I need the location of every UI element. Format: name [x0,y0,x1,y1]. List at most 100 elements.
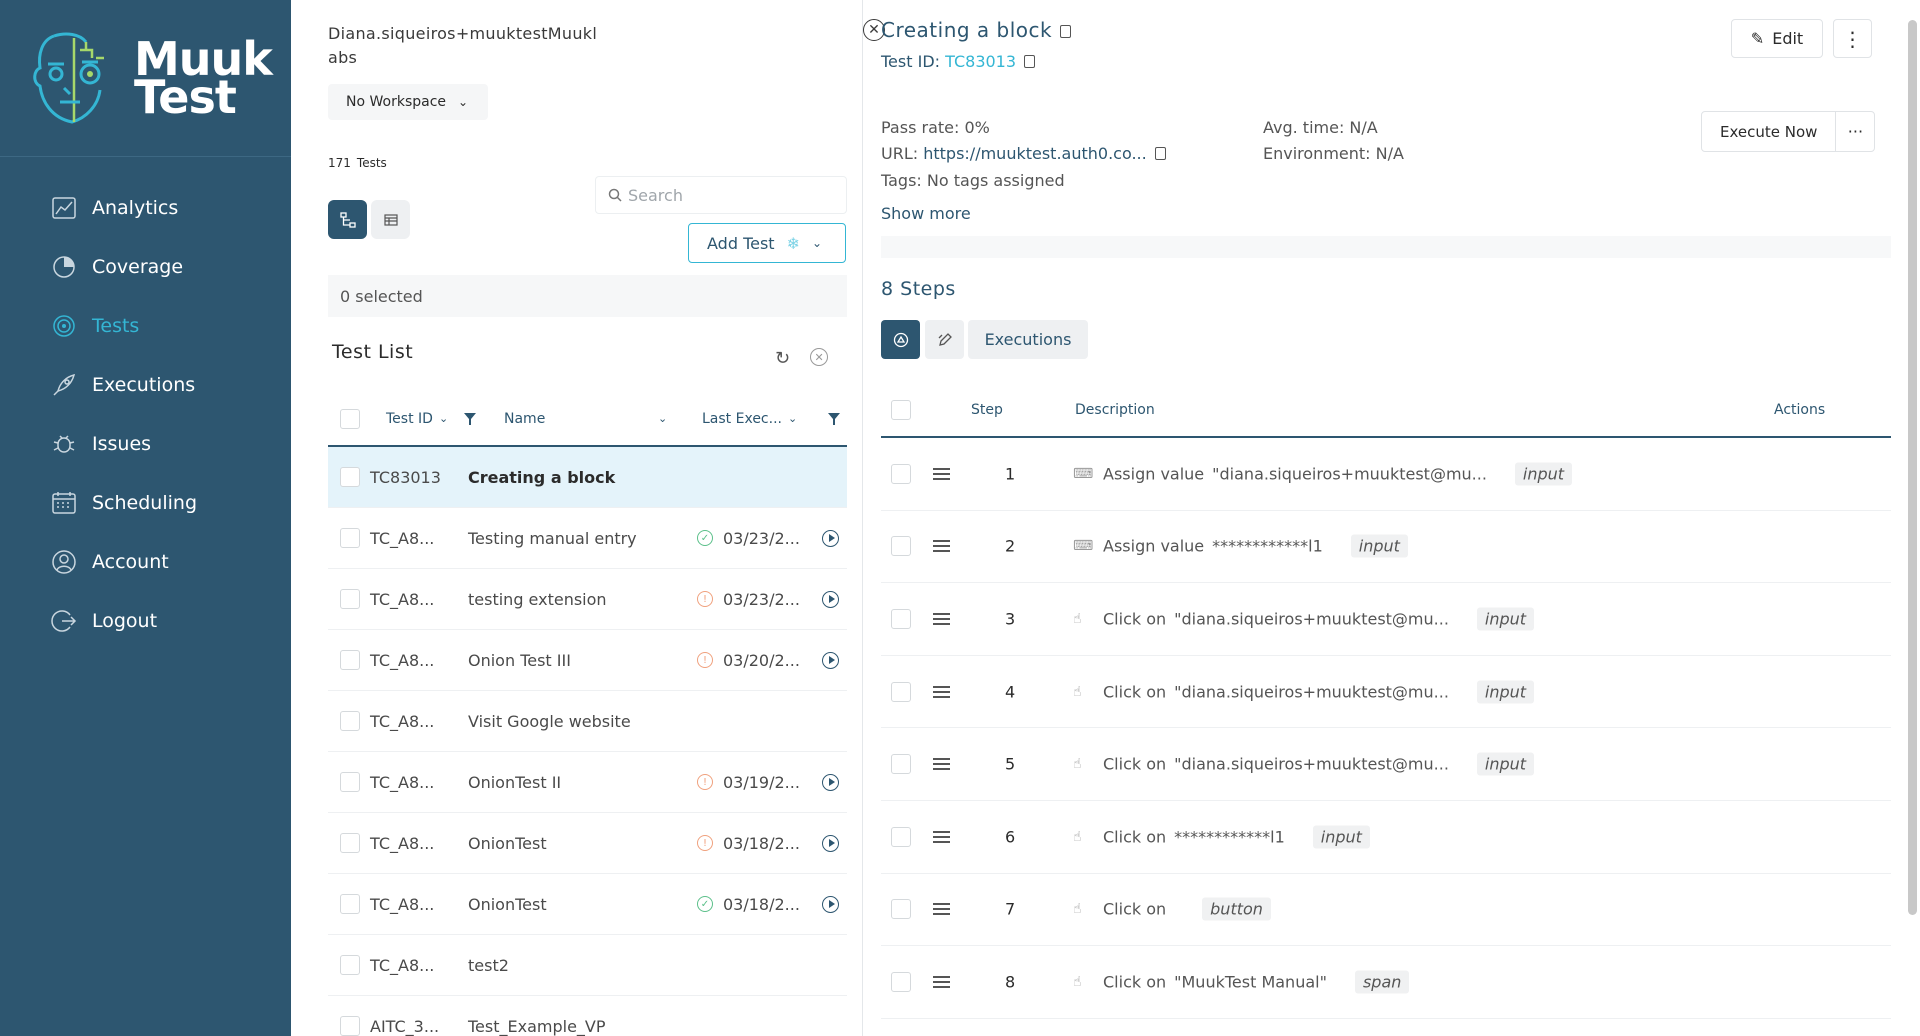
table-row[interactable]: TC_A8... Testing manual entry ✓ 03/23/2... [328,508,847,569]
select-all-checkbox[interactable] [340,408,360,429]
table-row[interactable]: TC_A8... Onion Test III! 03/20/2... [328,630,847,691]
chevron-down-icon[interactable]: ⌄ [658,412,667,425]
step-row[interactable]: 8 ☝ Click on "MuukTest Manual" span [881,946,1891,1019]
table-row[interactable]: TC_A8... OnionTest! 03/18/2... [328,813,847,874]
copy-icon[interactable] [1060,25,1072,38]
table-row[interactable]: TC_A8... testing extension! 03/23/2... [328,569,847,630]
table-row[interactable]: TC83013 Creating a block [328,447,847,508]
sidebar-item-coverage[interactable]: Coverage [0,237,291,296]
play-icon[interactable] [822,590,839,608]
copy-icon[interactable] [1024,55,1036,68]
refresh-icon[interactable]: ↻ [775,348,790,369]
test-id-value[interactable]: TC83013 [945,52,1016,71]
row-checkbox[interactable] [340,528,360,548]
column-last-execution[interactable]: Last Exec... ⌄ [702,411,797,427]
step-checkbox[interactable] [891,899,911,920]
clear-icon[interactable]: ✕ [810,348,829,366]
step-row[interactable]: 2 ⌨ Assign value ************l1 input [881,511,1891,584]
drag-handle-icon[interactable] [933,900,950,918]
step-checkbox[interactable] [891,536,911,557]
url-link[interactable]: https://muuktest.auth0.co... [923,144,1146,163]
step-row[interactable]: 5 ☝ Click on "diana.siqueiros+muuktest@mu..… [881,728,1891,801]
sidebar-item-executions[interactable]: Executions [0,355,291,414]
step-checkbox[interactable] [891,681,911,702]
workspace-dropdown[interactable]: No Workspace ⌄ [328,84,488,120]
row-checkbox[interactable] [340,467,360,487]
tab-executions[interactable]: Executions [968,320,1088,359]
play-icon[interactable] [822,773,839,791]
step-checkbox[interactable] [891,463,911,484]
drag-handle-icon[interactable] [933,973,950,991]
sidebar-item-issues[interactable]: Issues [0,414,291,473]
play-icon[interactable] [822,529,839,547]
step-action: Click on [1103,972,1167,992]
tree-view-button[interactable] [328,200,367,239]
copy-icon[interactable] [1154,147,1166,160]
sidebar-item-tests[interactable]: Tests [0,296,291,355]
step-row[interactable]: 7 ☝ Click on button [881,874,1891,947]
table-view-button[interactable] [371,200,410,239]
show-more-link[interactable]: Show more [881,204,971,223]
drag-handle-icon[interactable] [933,755,950,773]
step-row[interactable]: 1 ⌨ Assign value "diana.siqueiros+muuktest@… [881,438,1891,511]
drag-handle-icon[interactable] [933,465,950,483]
search-box[interactable] [595,176,847,214]
select-all-steps-checkbox[interactable] [891,400,911,420]
scrollbar[interactable] [1905,0,1920,1036]
column-name[interactable]: Name [504,411,545,427]
play-icon[interactable] [822,834,839,852]
sidebar-item-account[interactable]: Account [0,532,291,591]
column-test-id[interactable]: Test ID ⌄ [386,411,448,427]
filter-icon[interactable] [464,412,476,425]
execute-more-button[interactable]: ··· [1836,112,1874,151]
play-icon[interactable] [822,895,839,913]
sidebar-item-logout[interactable]: Logout [0,591,291,650]
sidebar-item-scheduling[interactable]: Scheduling [0,473,291,532]
row-checkbox[interactable] [340,955,360,975]
table-row[interactable]: TC_A8... test2 [328,935,847,996]
sidebar-item-label: Coverage [92,255,184,278]
filter-icon[interactable] [828,412,840,425]
add-test-button[interactable]: Add Test ❄ ⌄ [688,223,846,263]
row-checkbox[interactable] [340,1016,360,1036]
sidebar-item-label: Issues [92,432,152,455]
sidebar-item-label: Tests [92,314,140,337]
sidebar-item-analytics[interactable]: Analytics [0,178,291,237]
table-row[interactable]: TC_A8... OnionTest II! 03/19/2... [328,752,847,813]
tab-steps-view[interactable] [881,320,920,359]
last-execution-cell: 03/19/2... [723,772,800,792]
execute-now-button[interactable]: Execute Now [1702,112,1837,151]
table-row[interactable]: TC_A8... OnionTest ✓ 03/18/2... [328,874,847,935]
table-row[interactable]: TC_A8... Visit Google website [328,691,847,752]
step-checkbox[interactable] [891,608,911,629]
step-action: Click on [1103,899,1167,919]
search-input[interactable] [628,185,828,205]
play-icon[interactable] [822,651,839,669]
row-checkbox[interactable] [340,650,360,670]
drag-handle-icon[interactable] [933,610,950,628]
step-description: Click on "MuukTest Manual" span [1103,970,1410,994]
row-checkbox[interactable] [340,772,360,792]
row-checkbox[interactable] [340,894,360,914]
click-hand-icon: ☝ [1073,973,1082,990]
drag-handle-icon[interactable] [933,537,950,555]
drag-handle-icon[interactable] [933,828,950,846]
step-checkbox[interactable] [891,971,911,992]
row-checkbox[interactable] [340,833,360,853]
step-checkbox[interactable] [891,826,911,847]
click-hand-icon: ☝ [1073,901,1082,918]
table-row[interactable]: AITC_3... Test_Example_VP [328,996,847,1036]
step-checkbox[interactable] [891,754,911,775]
step-row[interactable]: 3 ☝ Click on "diana.siqueiros+muuktest@mu..… [881,583,1891,656]
scrollbar-thumb[interactable] [1908,20,1917,915]
edit-button[interactable]: ✎ Edit [1731,19,1823,58]
row-checkbox[interactable] [340,589,360,609]
status-passed-icon: ✓ [697,530,713,546]
row-checkbox[interactable] [340,711,360,731]
drag-handle-icon[interactable] [933,683,950,701]
more-options-button[interactable]: ⋮ [1833,19,1872,58]
tab-edit-steps[interactable] [925,320,964,359]
step-row[interactable]: 4 ☝ Click on "diana.siqueiros+muuktest@mu..… [881,656,1891,729]
logo[interactable]: Muuk Test [0,0,291,157]
step-row[interactable]: 6 ☝ Click on ************l1 input [881,801,1891,874]
